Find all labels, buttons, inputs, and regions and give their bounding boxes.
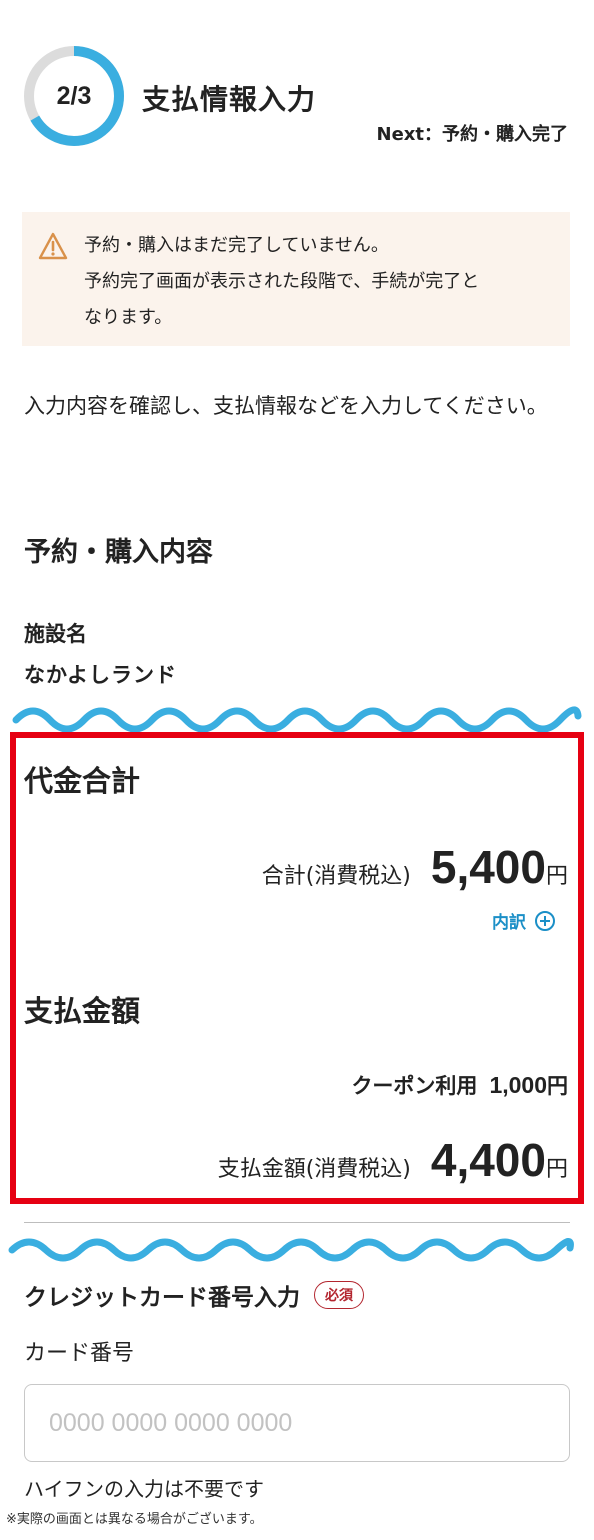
wave-divider — [12, 706, 582, 733]
coupon-amount: 1,000 — [489, 1072, 547, 1098]
yen-unit: 円 — [545, 1157, 568, 1182]
yen-unit: 円 — [547, 1074, 568, 1098]
coupon-row: クーポン利用 1,000 円 — [351, 1070, 568, 1100]
card-section-title-text: クレジットカード番号入力 — [24, 1285, 300, 1311]
payment-amount: 4,400 — [430, 1134, 546, 1186]
total-label: 合計(消費税込) — [261, 864, 411, 889]
next-step-label: Next：予約・購入完了 — [376, 124, 569, 145]
notice-text-line: 予約・購入はまだ完了していません。 — [84, 235, 389, 256]
wave-divider — [8, 1238, 574, 1262]
warning-icon — [38, 232, 68, 260]
card-section-title: クレジットカード番号入力 必須 — [24, 1278, 364, 1312]
disclaimer: ※実際の画面とは異なる場合がございます。 — [6, 1512, 263, 1527]
subtotal-heading: 代金合計 — [24, 764, 141, 798]
progress-step-text: 2/3 — [56, 81, 92, 110]
facility-value: なかよしランド — [24, 663, 177, 687]
instruction-text: 入力内容を確認し、支払情報などを入力してください。 — [24, 394, 548, 418]
reservation-section-title: 予約・購入内容 — [24, 537, 213, 568]
breakdown-label: 内訳 — [492, 913, 526, 933]
total-row: 合計(消費税込) 5,400 円 — [262, 840, 568, 894]
breakdown-link[interactable]: 内訳 — [492, 908, 556, 933]
facility-label: 施設名 — [24, 622, 87, 646]
divider — [24, 1222, 570, 1223]
coupon-label: クーポン利用 — [351, 1074, 478, 1098]
plus-circle-icon — [535, 910, 555, 931]
card-number-input[interactable] — [24, 1384, 570, 1462]
notice-text-line: なります。 — [84, 307, 173, 328]
notice-text-line: 予約完了画面が表示された段階で、手続が完了と — [84, 271, 480, 292]
required-badge: 必須 — [314, 1281, 364, 1309]
card-number-label: カード番号 — [24, 1341, 135, 1366]
yen-unit: 円 — [545, 864, 568, 889]
payment-row: 支払金額(消費税込) 4,400 円 — [218, 1133, 568, 1187]
page-title: 支払情報入力 — [142, 83, 317, 116]
hyphen-note: ハイフンの入力は不要です — [24, 1477, 264, 1501]
total-amount: 5,400 — [430, 841, 546, 893]
payment-label: 支払金額(消費税込) — [217, 1157, 411, 1182]
payment-heading: 支払金額 — [24, 994, 141, 1028]
